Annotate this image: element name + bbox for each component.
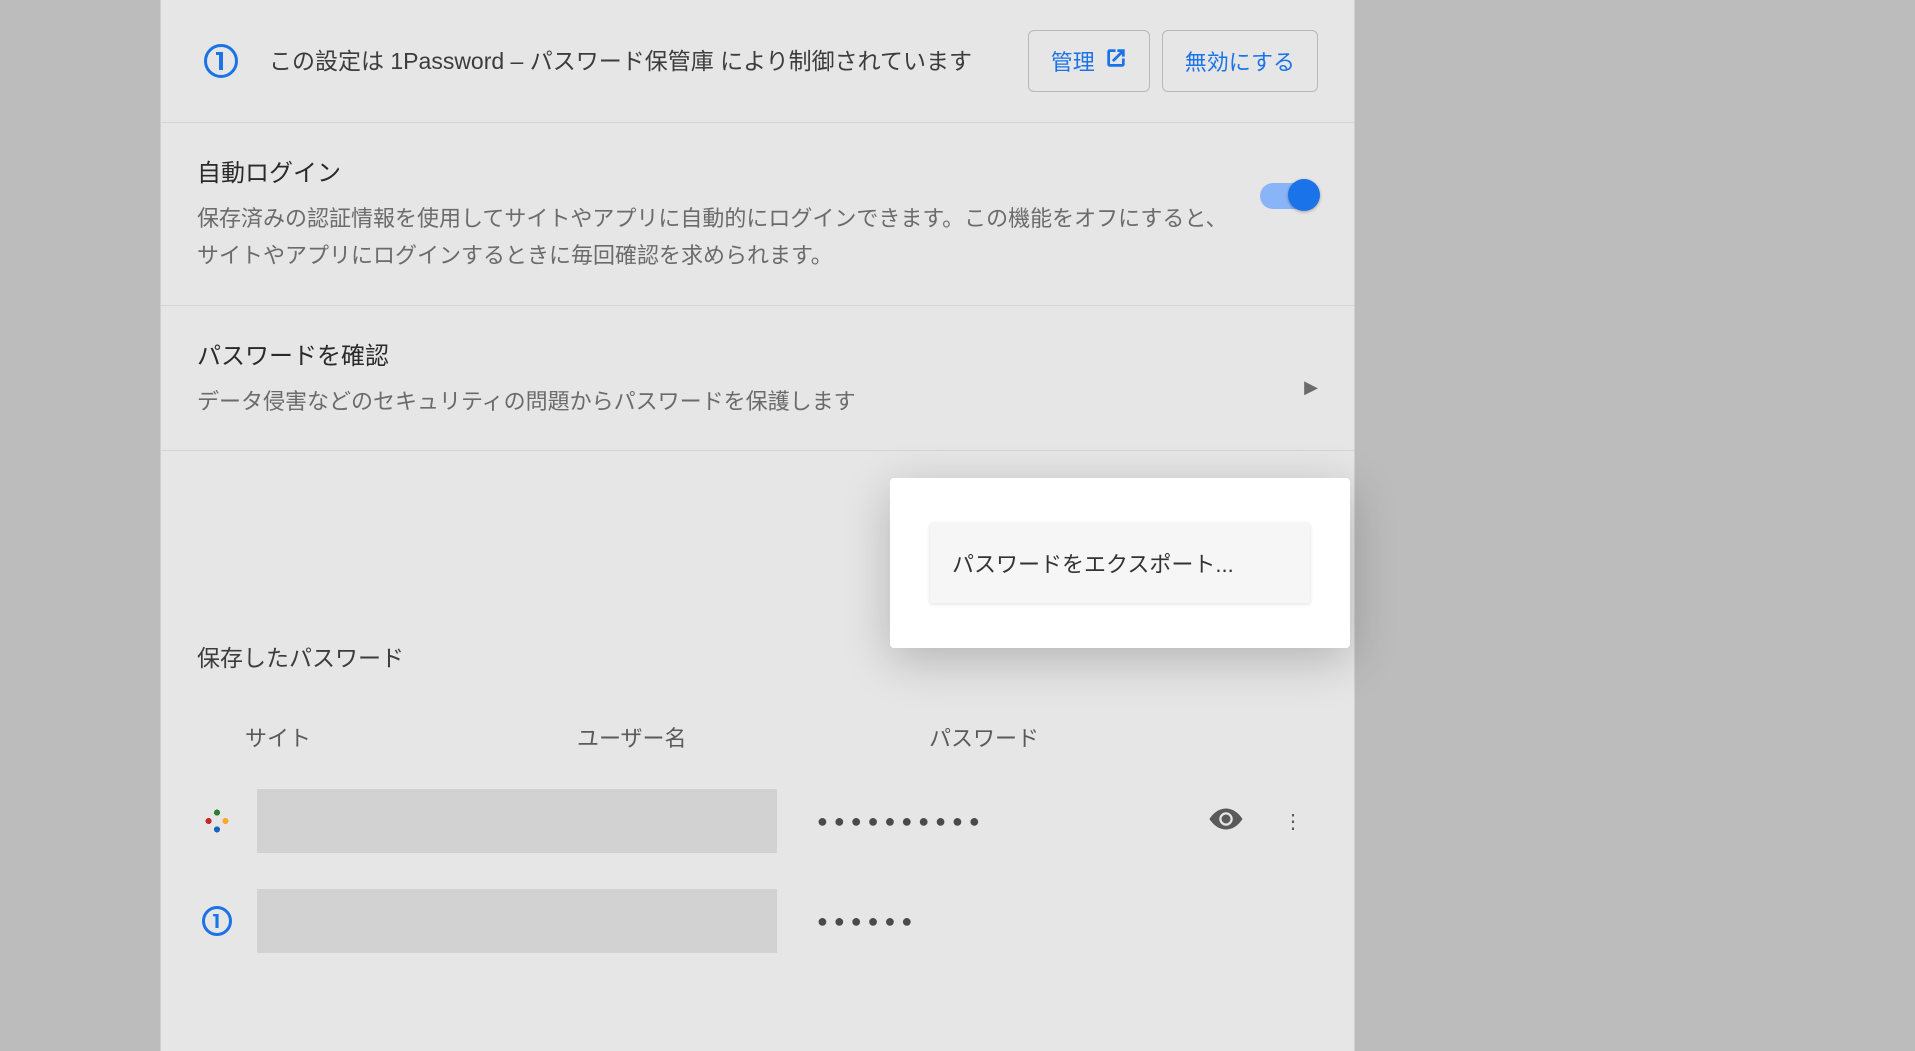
extension-banner-text: この設定は 1Password – パスワード保管庫 により制御されています: [269, 43, 1004, 80]
col-user-header: ユーザー名: [577, 721, 917, 753]
password-row: ●●●●●● ⋮: [161, 871, 1354, 971]
auto-login-toggle[interactable]: [1260, 183, 1318, 209]
favicon-dots-icon: [203, 807, 231, 835]
redacted-site-user: [257, 889, 777, 953]
extension-actions: 管理 無効にする: [1028, 30, 1318, 92]
export-passwords-menu-item[interactable]: パスワードをエクスポート...: [930, 523, 1310, 603]
col-password-header: パスワード: [929, 721, 1318, 753]
site-favicon: [197, 901, 237, 941]
row-more-button[interactable]: ⋮: [1268, 809, 1318, 834]
extension-icon-wrap: [197, 44, 245, 78]
check-passwords-text: パスワードを確認 データ侵害などのセキュリティの問題からパスワードを保護します: [197, 336, 1280, 420]
onepassword-favicon-icon: [202, 906, 232, 936]
show-password-button[interactable]: [1196, 801, 1256, 842]
redacted-site-user: [257, 789, 777, 853]
check-passwords-description: データ侵害などのセキュリティの問題からパスワードを保護します: [197, 383, 1280, 420]
password-masked: ●●●●●●●●●●: [789, 811, 1184, 832]
col-site-header: サイト: [245, 721, 565, 753]
manage-extension-button[interactable]: 管理: [1028, 30, 1150, 92]
password-table-headers: サイト ユーザー名 パスワード: [161, 685, 1354, 771]
auto-login-text: 自動ログイン 保存済みの認証情報を使用してサイトやアプリに自動的にログインできま…: [197, 153, 1236, 275]
password-masked: ●●●●●●: [789, 911, 1184, 932]
password-row: ●●●●●●●●●● ⋮: [161, 771, 1354, 871]
extension-controlled-banner: この設定は 1Password – パスワード保管庫 により制御されています 管…: [161, 0, 1354, 123]
saved-passwords-title: 保存したパスワード: [197, 639, 404, 673]
disable-button-label: 無効にする: [1185, 45, 1295, 77]
chevron-right-icon: ▶: [1304, 357, 1318, 398]
auto-login-title: 自動ログイン: [197, 153, 1236, 188]
open-external-icon: [1105, 47, 1127, 75]
manage-button-label: 管理: [1051, 45, 1095, 77]
onepassword-icon: [204, 44, 238, 78]
auto-login-description: 保存済みの認証情報を使用してサイトやアプリに自動的にログインできます。この機能を…: [197, 200, 1236, 275]
check-passwords-title: パスワードを確認: [197, 336, 1280, 371]
check-passwords-row[interactable]: パスワードを確認 データ侵害などのセキュリティの問題からパスワードを保護します …: [161, 306, 1354, 451]
site-favicon: [197, 801, 237, 841]
export-popup: パスワードをエクスポート...: [890, 478, 1350, 648]
disable-extension-button[interactable]: 無効にする: [1162, 30, 1318, 92]
auto-login-row: 自動ログイン 保存済みの認証情報を使用してサイトやアプリに自動的にログインできま…: [161, 123, 1354, 306]
